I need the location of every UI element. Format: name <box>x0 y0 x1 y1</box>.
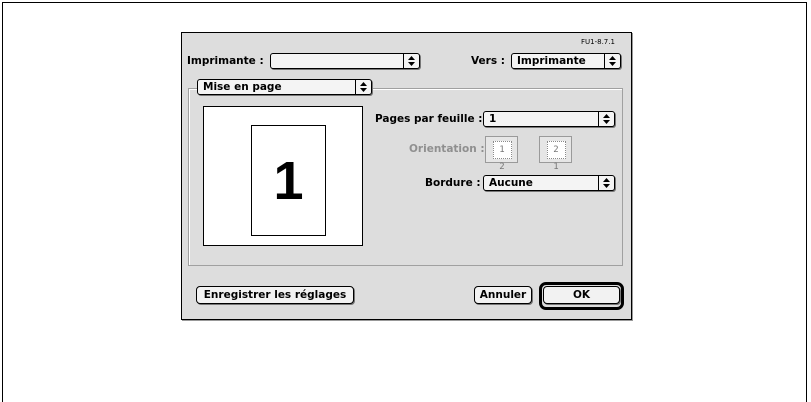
save-settings-button[interactable]: Enregistrer les réglages <box>196 286 354 304</box>
panel-value: Mise en page <box>203 81 282 93</box>
pages-per-sheet-popup[interactable]: 1 <box>483 111 615 127</box>
popup-arrows-icon <box>598 176 614 190</box>
printer-label: Imprimante : <box>187 55 264 67</box>
destination-label: Vers : <box>471 55 505 67</box>
pages-per-sheet-label: Pages par feuille : <box>375 113 483 125</box>
border-popup[interactable]: Aucune <box>483 175 615 191</box>
orientation-option-2-1[interactable]: 2 1 <box>539 136 572 172</box>
popup-arrows-icon <box>598 112 614 126</box>
destination-value: Imprimante <box>517 55 586 67</box>
version-label: FU1-8.7.1 <box>581 38 615 46</box>
orientation-1-2-icon: 1 2 <box>493 141 512 172</box>
cancel-button[interactable]: Annuler <box>474 286 532 304</box>
orientation-option-1-2[interactable]: 1 2 <box>485 136 518 172</box>
panel-popup[interactable]: Mise en page <box>197 79 372 95</box>
layout-preview: 1 <box>203 106 363 246</box>
popup-arrows-icon <box>403 54 419 68</box>
popup-arrows-icon <box>604 54 620 68</box>
printer-popup[interactable] <box>270 53 420 69</box>
border-label: Bordure : <box>425 177 481 189</box>
popup-arrows-icon <box>355 80 371 94</box>
orientation-2-1-icon: 2 1 <box>547 141 566 172</box>
layout-dialog: FU1-8.7.1 Imprimante : Vers : Imprimante… <box>181 32 632 320</box>
pages-per-sheet-value: 1 <box>489 113 497 125</box>
ok-button[interactable]: OK <box>543 286 620 304</box>
orientation-label: Orientation : <box>409 143 485 155</box>
preview-page: 1 <box>251 125 326 236</box>
border-value: Aucune <box>489 177 533 189</box>
destination-popup[interactable]: Imprimante <box>511 53 621 69</box>
